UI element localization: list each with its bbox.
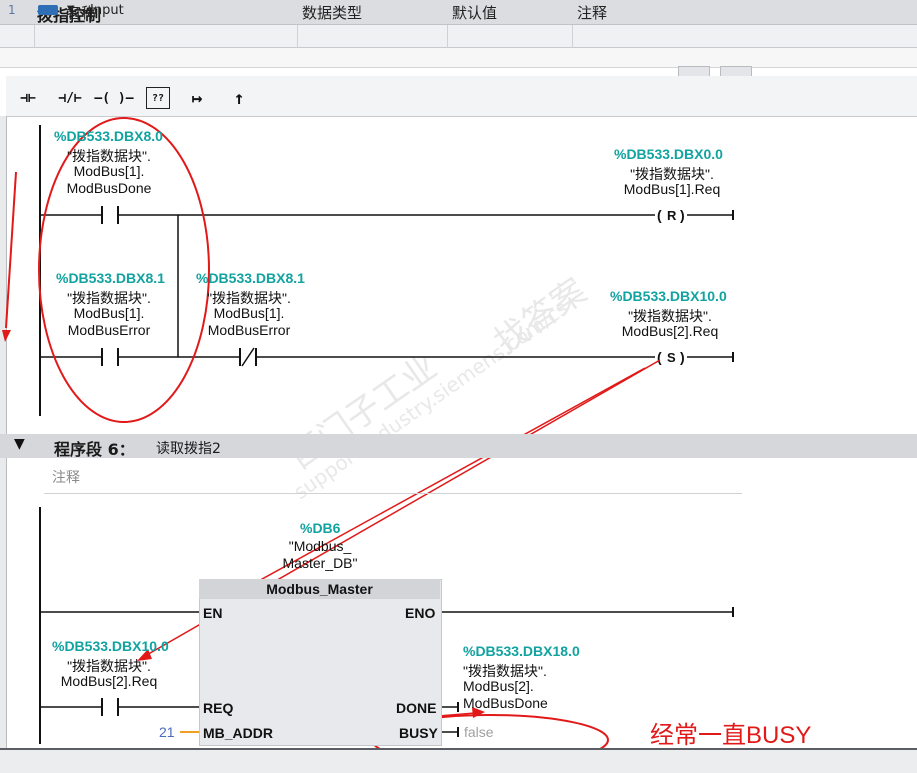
instance-db-symbol: "Modbus_: [288, 538, 352, 554]
mb-addr-value[interactable]: 21: [159, 724, 175, 740]
operand-address[interactable]: %DB533.DBX10.0: [52, 638, 169, 654]
network-label: 程序段 6：: [54, 440, 135, 459]
reset-coil-label: R: [667, 208, 677, 223]
comment-divider: [44, 493, 742, 494]
operand-symbol: ModBusDone: [463, 695, 548, 711]
operand-address[interactable]: %DB533.DBX8.1: [56, 270, 165, 286]
instance-db-address[interactable]: %DB6: [300, 520, 340, 536]
operand-address[interactable]: %DB533.DBX18.0: [463, 643, 580, 659]
operand-symbol: ModBus[1].: [213, 305, 285, 321]
operand-symbol: ModBusDone: [66, 180, 152, 196]
network-header[interactable]: [0, 434, 917, 458]
busy-value: false: [464, 724, 494, 740]
operand-symbol: ModBus[2].Req: [621, 323, 719, 339]
svg-text:): ): [680, 207, 685, 223]
operand-symbol: ModBus[1].: [73, 163, 145, 179]
operand-symbol: ModBusError: [207, 322, 291, 338]
pin-eno: ENO: [405, 605, 436, 621]
svg-text:(: (: [657, 349, 662, 365]
operand-symbol: ModBusError: [67, 322, 151, 338]
collapse-icon[interactable]: ▼: [14, 436, 25, 452]
pin-mb-addr: MB_ADDR: [203, 725, 273, 741]
status-bar: [0, 748, 917, 773]
operand-symbol: ModBus[2].: [463, 678, 534, 694]
watermark-text: 找答案: [487, 271, 593, 362]
operand-address[interactable]: %DB533.DBX8.1: [196, 270, 305, 286]
network-comment[interactable]: 注释: [52, 467, 80, 487]
instance-db-symbol: Master_DB": [282, 555, 358, 571]
block-title: Modbus_Master: [266, 581, 373, 597]
svg-text:(: (: [657, 207, 662, 223]
operand-symbol: ModBus[1].: [73, 305, 145, 321]
pin-done: DONE: [396, 700, 437, 716]
set-coil-label: S: [667, 350, 676, 365]
operand-address[interactable]: %DB533.DBX8.0: [54, 128, 163, 144]
annotation-note: 经常一直BUSY: [650, 722, 812, 749]
pin-req: REQ: [203, 700, 234, 716]
pin-busy: BUSY: [399, 725, 438, 741]
operand-symbol: ModBus[1].Req: [623, 181, 721, 197]
svg-text:): ): [680, 349, 685, 365]
pin-en: EN: [203, 605, 223, 621]
operand-address[interactable]: %DB533.DBX0.0: [614, 146, 723, 162]
network-title[interactable]: 读取拨指2: [156, 438, 221, 458]
operand-symbol: ModBus[2].Req: [60, 673, 158, 689]
operand-address[interactable]: %DB533.DBX10.0: [610, 288, 727, 304]
